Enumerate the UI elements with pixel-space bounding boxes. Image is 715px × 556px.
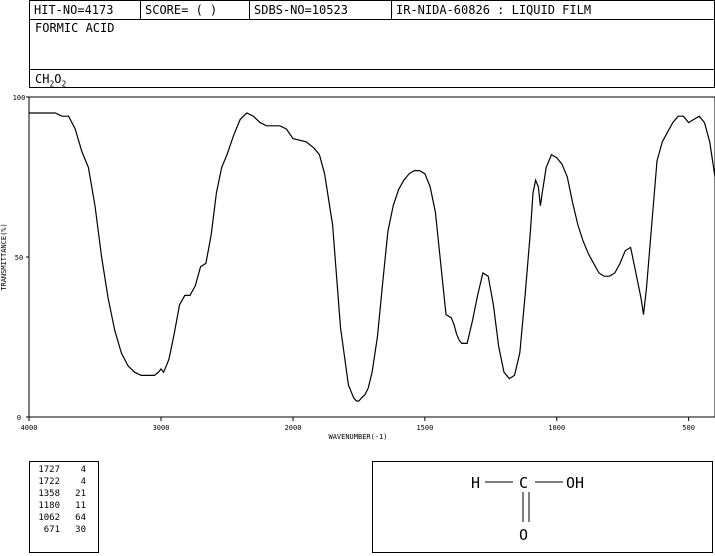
peak-transmittance: 11 xyxy=(75,501,86,511)
y-axis-label: TRANSMITTANCE(%) xyxy=(0,223,8,290)
peak-wavenumber: 671 xyxy=(43,525,60,535)
peak-row: 1180 11 xyxy=(32,500,86,512)
x-tick-label: 2000 xyxy=(285,424,302,432)
group-oh: OH xyxy=(566,474,584,492)
y-tick-label: 100 xyxy=(13,94,26,102)
structure-box: H C OH O xyxy=(372,461,713,553)
peak-row: 671 30 xyxy=(32,524,86,536)
peak-row: 1062 64 xyxy=(32,512,86,524)
peak-transmittance: 30 xyxy=(75,525,86,535)
peak-wavenumber: 1062 xyxy=(38,513,60,523)
peak-transmittance: 64 xyxy=(75,513,86,523)
peak-row: 1722 4 xyxy=(32,476,86,488)
peak-wavenumber: 1722 xyxy=(38,477,60,487)
peak-table: 1727 4 1722 4 1358 21 1180 11 1062 64 671 30 xyxy=(29,461,99,553)
x-tick-label: 500 xyxy=(682,424,695,432)
transmittance-line xyxy=(29,112,715,402)
atom-h: H xyxy=(471,474,480,492)
peak-row: 1358 21 xyxy=(32,488,86,500)
x-axis-label: WAVENUMBER(-1) xyxy=(328,433,387,441)
structure-diagram: H C OH O xyxy=(471,474,584,544)
ir-spectrum-chart: 0 50 100 4000 3000 2000 1500 1000 500 TRANSMITT… xyxy=(0,94,715,441)
x-tick-label: 1500 xyxy=(416,424,433,432)
peak-transmittance: 4 xyxy=(80,465,86,475)
x-tick-label: 4000 xyxy=(21,424,38,432)
peak-transmittance: 4 xyxy=(80,477,86,487)
x-tick-label: 3000 xyxy=(153,424,170,432)
peak-wavenumber: 1358 xyxy=(38,489,60,499)
peak-wavenumber: 1180 xyxy=(38,501,60,511)
peak-wavenumber: 1727 xyxy=(38,465,60,475)
y-tick-label: 0 xyxy=(17,414,21,422)
x-tick-label: 1000 xyxy=(548,424,565,432)
peak-transmittance: 21 xyxy=(75,489,86,499)
y-tick-label: 50 xyxy=(15,254,23,262)
peak-list: 1727 4 1722 4 1358 21 1180 11 1062 64 671 30 xyxy=(32,464,86,536)
peak-row: 1727 4 xyxy=(32,464,86,476)
atom-c: C xyxy=(519,474,528,492)
atom-o: O xyxy=(519,526,528,544)
